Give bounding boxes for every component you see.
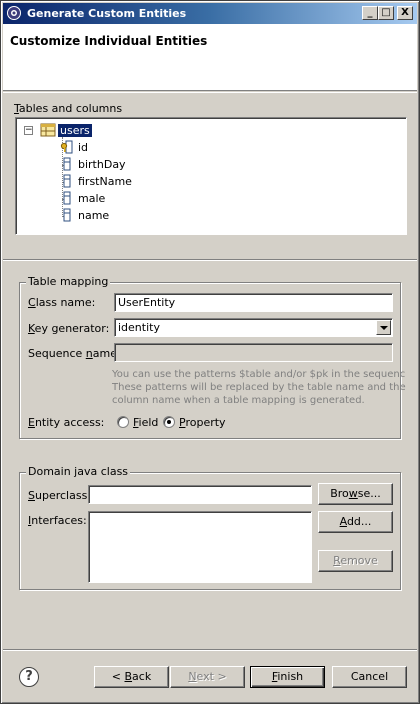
label-text: uperclass: bbox=[34, 489, 91, 502]
column-icon bbox=[63, 174, 71, 188]
button-text: < bbox=[111, 670, 125, 683]
mnemonic: S bbox=[28, 489, 35, 502]
interfaces-label: Interfaces: bbox=[28, 514, 87, 527]
field-radio-label[interactable]: Field bbox=[133, 416, 158, 429]
button-text: ack bbox=[132, 670, 152, 683]
banner-divider bbox=[3, 92, 417, 93]
entity-access-label: Entity access: bbox=[28, 416, 104, 429]
mnemonic: B bbox=[124, 670, 133, 683]
sequence-hint-line: column name when a table mapping is gene… bbox=[112, 395, 365, 406]
field-radio[interactable] bbox=[117, 416, 129, 428]
tree-node-column[interactable]: firstName bbox=[78, 174, 132, 190]
label-text: ntity access: bbox=[34, 416, 105, 429]
superclass-input[interactable] bbox=[88, 485, 312, 504]
selected-value: identity bbox=[118, 321, 160, 334]
wizard-banner: Customize Individual Entities bbox=[3, 24, 417, 91]
label-text: ield bbox=[138, 416, 159, 429]
mnemonic: N bbox=[188, 670, 197, 683]
button-text: ext > bbox=[196, 670, 227, 683]
tree-node-label: users bbox=[58, 124, 92, 137]
eclipse-app-icon bbox=[7, 6, 21, 20]
key-generator-label: Key generator: bbox=[28, 322, 109, 335]
maximize-button[interactable]: □ bbox=[378, 6, 394, 20]
sequence-hint-line: These patterns will be replaced by the t… bbox=[112, 382, 406, 393]
property-radio[interactable] bbox=[163, 416, 175, 428]
help-icon[interactable]: ? bbox=[19, 667, 39, 687]
table-icon bbox=[40, 123, 56, 137]
sequence-name-input[interactable] bbox=[114, 343, 393, 362]
label-text: nterfaces: bbox=[31, 514, 87, 527]
sequence-hint-line: You can use the patterns $table and/or $… bbox=[112, 369, 406, 380]
label-text: ey generator: bbox=[34, 322, 110, 335]
mnemonic: K bbox=[28, 322, 35, 335]
table-mapping-title: Table mapping bbox=[26, 275, 111, 288]
next-button[interactable]: Next > bbox=[170, 666, 245, 688]
column-icon bbox=[63, 208, 71, 222]
property-radio-label[interactable]: Property bbox=[179, 416, 226, 429]
button-text: emove bbox=[340, 554, 378, 567]
interfaces-list[interactable] bbox=[88, 511, 312, 583]
button-text: Bro bbox=[330, 487, 349, 500]
tree-node-users[interactable]: users bbox=[58, 123, 92, 139]
button-text: inish bbox=[277, 670, 304, 683]
window-title: Generate Custom Entities bbox=[27, 7, 187, 20]
page-title: Customize Individual Entities bbox=[10, 34, 208, 48]
column-name: birthDay bbox=[78, 158, 126, 171]
finish-button[interactable]: Finish bbox=[250, 666, 325, 688]
tree-node-column[interactable]: name bbox=[78, 208, 109, 224]
section-divider bbox=[3, 259, 417, 261]
dialog-window: Generate Custom Entities _ □ X Customize… bbox=[0, 0, 420, 704]
button-text: se... bbox=[357, 487, 381, 500]
mnemonic: w bbox=[348, 487, 358, 500]
browse-button[interactable]: Browse... bbox=[318, 483, 393, 505]
add-interface-button[interactable]: Add... bbox=[318, 511, 393, 533]
collapse-icon[interactable]: − bbox=[24, 126, 33, 135]
column-name: id bbox=[78, 141, 89, 154]
mnemonic: C bbox=[28, 296, 36, 309]
column-name: name bbox=[78, 209, 110, 222]
mnemonic: n bbox=[85, 347, 93, 360]
title-bar[interactable]: Generate Custom Entities _ □ X bbox=[3, 3, 417, 24]
remove-interface-button[interactable]: Remove bbox=[318, 550, 393, 572]
column-icon bbox=[63, 191, 71, 205]
button-text: dd... bbox=[346, 515, 372, 528]
cancel-button[interactable]: Cancel bbox=[332, 666, 407, 688]
back-button[interactable]: < Back bbox=[94, 666, 169, 688]
column-icon bbox=[63, 157, 71, 171]
domain-class-title: Domain java class bbox=[26, 465, 131, 478]
footer-divider bbox=[3, 649, 417, 651]
minimize-button[interactable]: _ bbox=[362, 6, 378, 20]
superclass-label: Superclass: bbox=[28, 489, 91, 502]
label-text: roperty bbox=[185, 416, 226, 429]
mnemonic: E bbox=[28, 416, 35, 429]
column-name: firstName bbox=[78, 175, 132, 188]
tables-columns-label: Tables and columns bbox=[14, 102, 122, 115]
label-text: Sequence bbox=[28, 347, 86, 360]
close-button[interactable]: X bbox=[397, 6, 413, 20]
column-name: male bbox=[78, 192, 106, 205]
label-text: lass name: bbox=[35, 296, 96, 309]
tree-node-column[interactable]: id bbox=[78, 140, 88, 156]
mnemonic: A bbox=[339, 515, 347, 528]
key-generator-select[interactable]: identity bbox=[114, 318, 393, 337]
chevron-down-icon[interactable] bbox=[376, 320, 391, 335]
tree-node-column[interactable]: male bbox=[78, 191, 105, 207]
key-column-icon bbox=[60, 140, 73, 154]
tables-tree[interactable]: − users id birthDay firstName male name bbox=[15, 117, 407, 235]
class-name-label: Class name: bbox=[28, 296, 95, 309]
sequence-name-label: Sequence name: bbox=[28, 347, 121, 360]
tree-node-column[interactable]: birthDay bbox=[78, 157, 126, 173]
class-name-input[interactable]: UserEntity bbox=[114, 293, 393, 312]
label-text: ables and columns bbox=[18, 102, 123, 115]
